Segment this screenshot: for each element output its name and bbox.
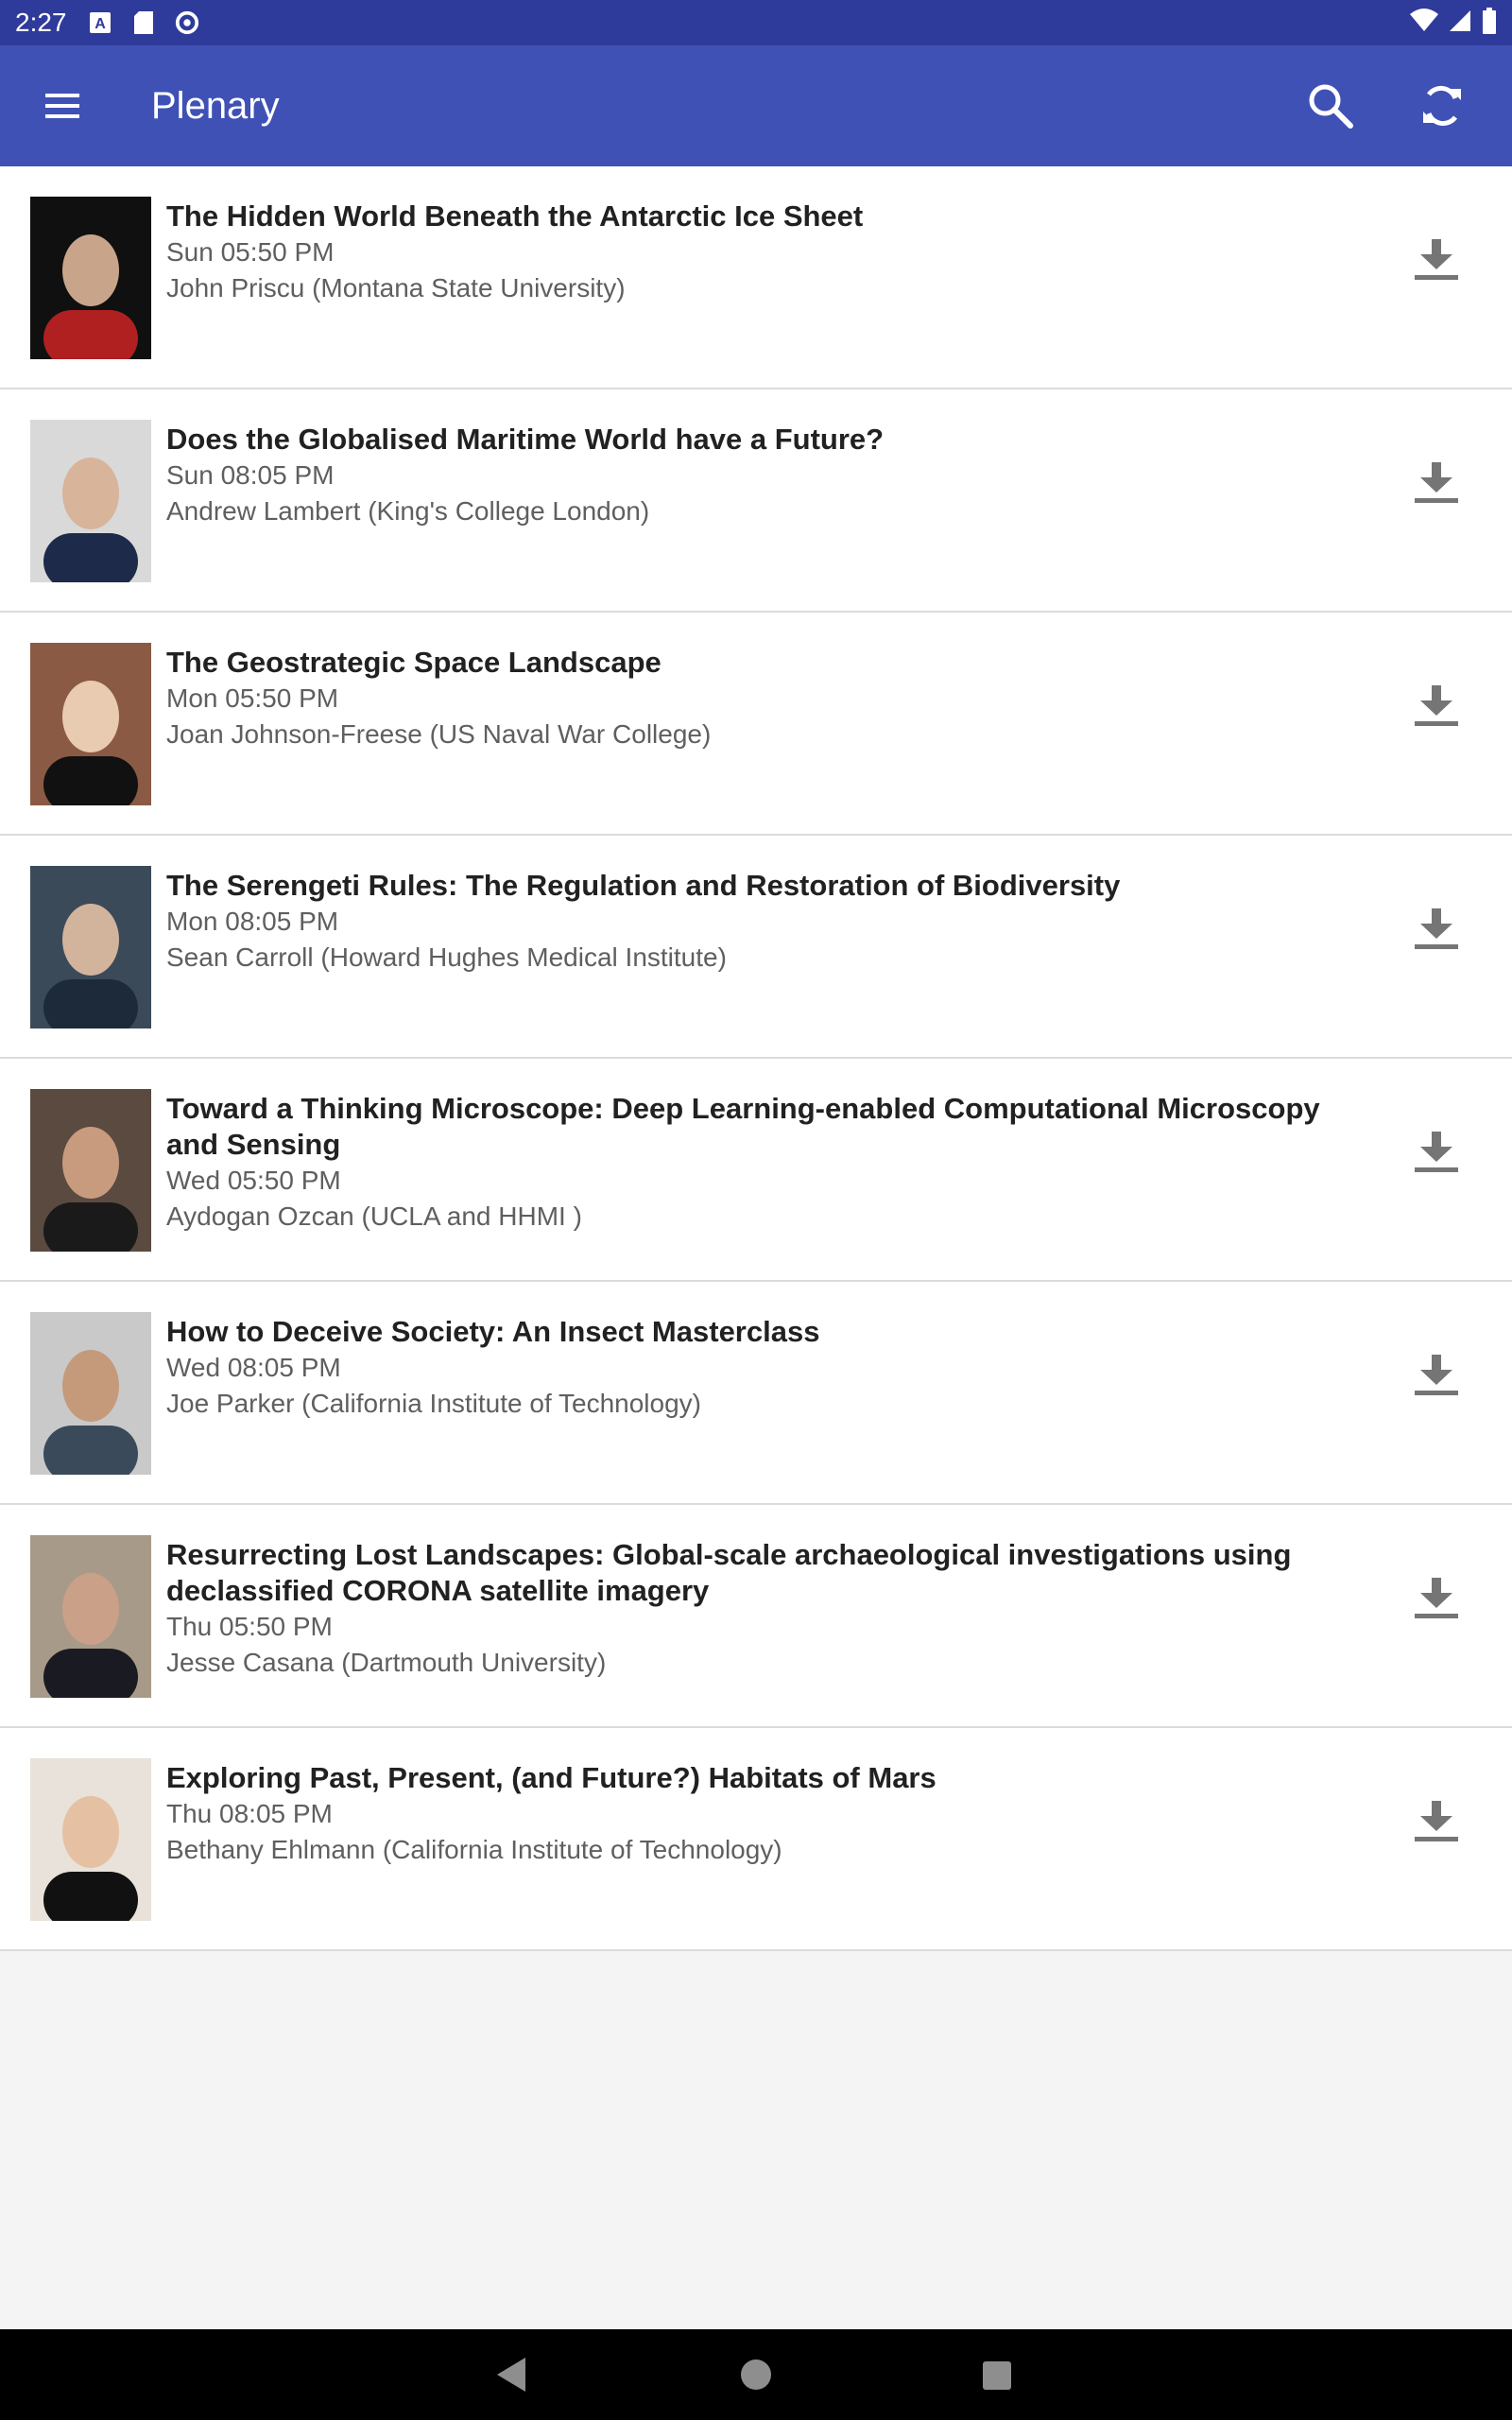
back-triangle-icon[interactable] [495, 2356, 527, 2398]
download-icon [1415, 1355, 1458, 1395]
sd-card-icon [131, 10, 156, 35]
speaker-photo [30, 1535, 151, 1698]
session-time: Sun 08:05 PM [166, 460, 335, 490]
speaker-photo [30, 1089, 151, 1252]
signal-icon [1448, 9, 1472, 38]
session-title: Exploring Past, Present, (and Future?) H… [166, 1761, 936, 1794]
list-item[interactable]: Exploring Past, Present, (and Future?) H… [0, 1728, 1512, 1951]
battery-icon [1482, 7, 1497, 39]
download-button[interactable] [1410, 1573, 1463, 1626]
status-bar: 2:27 A [0, 0, 1512, 45]
status-time: 2:27 [15, 8, 67, 37]
download-icon [1415, 685, 1458, 726]
session-info: Does the Globalised Maritime World have … [166, 422, 1357, 529]
speaker-photo [30, 643, 151, 805]
wifi-icon [1410, 8, 1438, 38]
session-speaker: Aydogan Ozcan (UCLA and HHMI ) [166, 1201, 582, 1231]
session-speaker: Jesse Casana (Dartmouth University) [166, 1648, 607, 1677]
session-info: The Serengeti Rules: The Regulation and … [166, 868, 1357, 976]
navigation-bar [0, 2329, 1512, 2420]
sync-status-icon [175, 10, 199, 35]
session-title: The Geostrategic Space Landscape [166, 646, 662, 679]
session-speaker: Sean Carroll (Howard Hughes Medical Inst… [166, 942, 727, 972]
session-speaker: Andrew Lambert (King's College London) [166, 496, 650, 526]
session-info: Resurrecting Lost Landscapes: Global-sca… [166, 1537, 1357, 1681]
download-icon [1415, 1578, 1458, 1618]
list-item[interactable]: The Geostrategic Space Landscape Mon 05:… [0, 613, 1512, 836]
session-title: Toward a Thinking Microscope: Deep Learn… [166, 1092, 1320, 1161]
app-bar: Plenary [0, 45, 1512, 166]
session-info: The Hidden World Beneath the Antarctic I… [166, 199, 1357, 306]
page-title: Plenary [151, 85, 280, 127]
session-title: Resurrecting Lost Landscapes: Global-sca… [166, 1538, 1292, 1607]
recent-apps-square-icon[interactable] [983, 2361, 1011, 2390]
download-button[interactable] [1410, 681, 1463, 734]
session-title: How to Deceive Society: An Insect Master… [166, 1315, 820, 1348]
search-icon [1309, 84, 1353, 129]
session-info: Toward a Thinking Microscope: Deep Learn… [166, 1091, 1357, 1235]
download-button[interactable] [1410, 904, 1463, 957]
session-title: The Hidden World Beneath the Antarctic I… [166, 199, 864, 233]
download-icon [1415, 1801, 1458, 1841]
hamburger-menu-icon [45, 94, 79, 118]
session-time: Wed 08:05 PM [166, 1353, 341, 1382]
speaker-photo [30, 1312, 151, 1475]
a-notification-icon: A [88, 10, 112, 35]
session-title: The Serengeti Rules: The Regulation and … [166, 869, 1121, 902]
speaker-photo [30, 1758, 151, 1921]
session-speaker: Bethany Ehlmann (California Institute of… [166, 1835, 782, 1864]
download-button[interactable] [1410, 458, 1463, 510]
session-list: The Hidden World Beneath the Antarctic I… [0, 166, 1512, 1951]
session-speaker: John Priscu (Montana State University) [166, 273, 626, 302]
list-item[interactable]: The Hidden World Beneath the Antarctic I… [0, 166, 1512, 389]
home-circle-icon[interactable] [741, 2360, 771, 2390]
session-time: Sun 05:50 PM [166, 237, 335, 267]
list-item[interactable]: Does the Globalised Maritime World have … [0, 389, 1512, 613]
session-title: Does the Globalised Maritime World have … [166, 423, 885, 456]
list-item[interactable]: Resurrecting Lost Landscapes: Global-sca… [0, 1505, 1512, 1728]
download-icon [1415, 462, 1458, 503]
session-speaker: Joan Johnson-Freese (US Naval War Colleg… [166, 719, 712, 749]
list-item[interactable]: Toward a Thinking Microscope: Deep Learn… [0, 1059, 1512, 1282]
svg-text:A: A [94, 16, 106, 32]
session-info: How to Deceive Society: An Insect Master… [166, 1314, 1357, 1422]
list-item[interactable]: The Serengeti Rules: The Regulation and … [0, 836, 1512, 1059]
speaker-photo [30, 197, 151, 359]
session-speaker: Joe Parker (California Institute of Tech… [166, 1389, 701, 1418]
speaker-photo [30, 866, 151, 1028]
menu-button[interactable] [38, 81, 87, 130]
download-button[interactable] [1410, 1796, 1463, 1849]
refresh-button[interactable] [1416, 79, 1469, 132]
download-icon [1415, 239, 1458, 280]
session-time: Thu 08:05 PM [166, 1799, 333, 1828]
session-info: Exploring Past, Present, (and Future?) H… [166, 1760, 1357, 1868]
download-icon [1415, 908, 1458, 949]
download-button[interactable] [1410, 1127, 1463, 1180]
session-time: Mon 08:05 PM [166, 907, 339, 936]
download-button[interactable] [1410, 234, 1463, 287]
search-button[interactable] [1304, 79, 1357, 132]
speaker-photo [30, 420, 151, 582]
session-info: The Geostrategic Space Landscape Mon 05:… [166, 645, 1357, 752]
session-time: Wed 05:50 PM [166, 1166, 341, 1195]
session-time: Mon 05:50 PM [166, 683, 339, 713]
download-icon [1415, 1132, 1458, 1172]
session-time: Thu 05:50 PM [166, 1612, 333, 1641]
refresh-icon [1423, 85, 1461, 127]
list-item[interactable]: How to Deceive Society: An Insect Master… [0, 1282, 1512, 1505]
download-button[interactable] [1410, 1350, 1463, 1403]
